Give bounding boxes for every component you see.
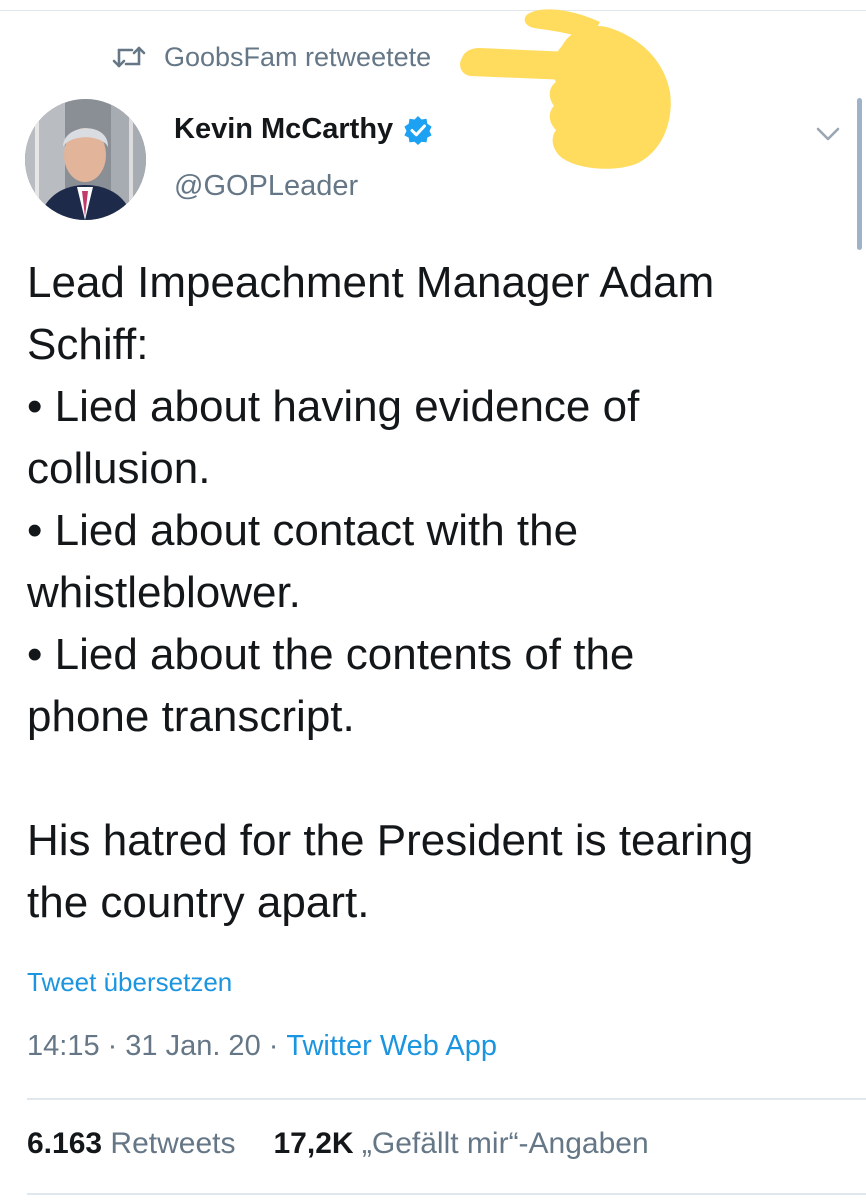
pointing-hand-icon <box>460 9 671 169</box>
likes-label: „Gefällt mir“-Angaben <box>361 1127 649 1160</box>
meta-separator: · <box>107 1030 118 1062</box>
retweets-stat[interactable]: 6.163 Retweets <box>27 1127 235 1161</box>
meta-separator: · <box>268 1030 279 1062</box>
divider <box>27 1098 866 1100</box>
verified-badge-icon <box>403 115 433 145</box>
tweet-date: 31 Jan. 20 <box>125 1030 261 1062</box>
tweet-line: collusion. <box>27 444 211 493</box>
tweet-line: • Lied about having evidence of <box>27 382 640 431</box>
tweet-line: His hatred for the President is tearing <box>27 816 754 865</box>
tweet-line: • Lied about contact with the <box>27 506 579 555</box>
avatar[interactable] <box>25 99 146 220</box>
likes-stat[interactable]: 17,2K „Gefällt mir“-Angaben <box>273 1127 648 1161</box>
tweet-meta: 14:15 · 31 Jan. 20 · Twitter Web App <box>27 1030 497 1063</box>
retweet-icon <box>112 42 148 72</box>
top-divider <box>0 10 866 11</box>
retweet-context[interactable]: GoobsFam retweetete <box>112 38 431 76</box>
tweet-line: Schiff: <box>27 320 149 369</box>
scrollbar-thumb[interactable] <box>857 98 862 250</box>
tweet-source-link[interactable]: Twitter Web App <box>286 1030 497 1063</box>
retweet-label: GoobsFam retweetete <box>164 41 432 72</box>
tweet-stats: 6.163 Retweets 17,2K „Gefällt mir“-Angab… <box>27 1127 649 1161</box>
retweets-label: Retweets <box>110 1127 236 1160</box>
tweet-line: • Lied about the contents of the <box>27 630 635 679</box>
tweet-text: Lead Impeachment Manager Adam Schiff: • … <box>27 252 857 934</box>
author-display-name: Kevin McCarthy <box>174 113 394 145</box>
tweet-line: Lead Impeachment Manager Adam <box>27 258 715 307</box>
translate-tweet-link[interactable]: Tweet übersetzen <box>27 967 232 998</box>
retweets-count: 6.163 <box>27 1127 103 1160</box>
author-name-row[interactable]: Kevin McCarthy <box>174 113 433 146</box>
tweet-time: 14:15 <box>27 1030 100 1062</box>
tweet-line: whistleblower. <box>27 568 301 617</box>
author-handle[interactable]: @GOPLeader <box>174 170 358 203</box>
divider <box>27 1193 866 1195</box>
tweet-detail-screen: GoobsFam retweetete Kevin McCarthy @GOPL… <box>0 0 866 1200</box>
chevron-down-icon[interactable] <box>814 120 842 148</box>
tweet-line: the country apart. <box>27 878 370 927</box>
tweet-line: phone transcript. <box>27 692 355 741</box>
likes-count: 17,2K <box>273 1127 354 1160</box>
